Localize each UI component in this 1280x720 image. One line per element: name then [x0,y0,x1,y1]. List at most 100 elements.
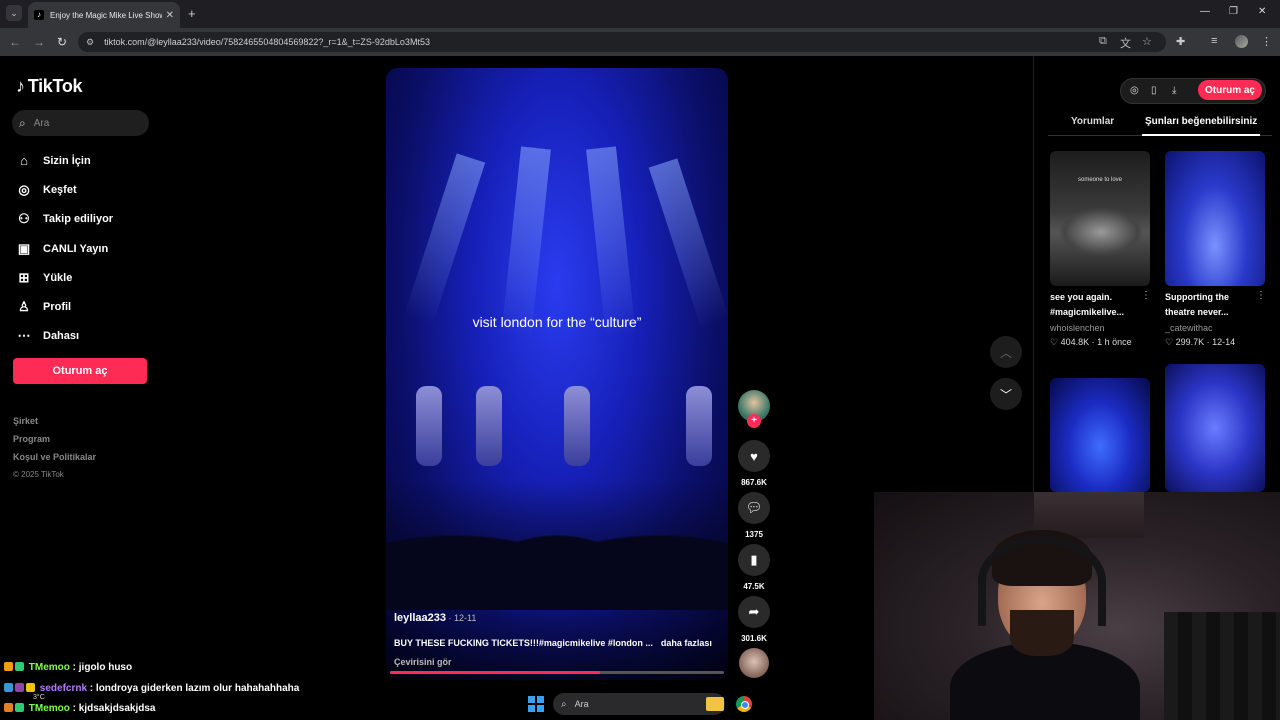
login-button-sidebar[interactable]: Oturum aç [13,358,147,384]
compass-small-icon[interactable]: ◎ [1130,85,1139,96]
back-icon[interactable]: ← [9,35,21,49]
share-count: 301.6K [741,634,767,643]
tab-comments[interactable]: Yorumlar [1071,116,1114,127]
windows-start-icon[interactable] [528,696,544,712]
close-window-icon[interactable]: ✕ [1258,6,1266,17]
bookmark-star-icon[interactable]: ☆ [1142,35,1152,48]
card-author[interactable]: _catewithac [1165,323,1213,333]
save-count: 47.5K [743,582,765,591]
card-more-icon[interactable]: ⋮ [1256,290,1266,301]
recommended-thumbnail[interactable] [1050,378,1150,492]
video-player[interactable]: visit london for the “culture” leyllaa23… [386,68,728,680]
tiktok-note-icon: ♪ [16,76,25,96]
card-likes: 404.8K [1060,337,1090,347]
file-explorer-icon[interactable] [706,697,724,711]
media-icon[interactable]: ≡ [1211,35,1217,47]
see-translation-link[interactable]: Çevirisini gör [394,657,452,667]
video-progress-bar[interactable] [390,671,724,674]
crowd-silhouette [386,480,728,610]
sidebar-item-canli[interactable]: ▣ CANLI Yayın [14,234,164,263]
logo-text: TikTok [27,76,83,96]
chat-username: TMemoo [28,703,70,714]
tab-you-may-like[interactable]: Şunları beğenebilirsiniz [1145,116,1257,127]
sidebar-item-takip[interactable]: ⚇ Takip ediliyor [14,205,164,234]
profile-avatar[interactable] [1235,35,1248,48]
tab-search-button[interactable]: ⌄ [6,5,22,21]
card-title[interactable]: Supporting the theatre never... [1165,290,1259,320]
reload-icon[interactable]: ↻ [57,35,67,49]
bookmark-icon[interactable]: ▮ [738,544,770,576]
heart-outline-icon: ♡ [1165,337,1176,347]
sidebar-item-label: Takip ediliyor [43,213,114,226]
footer-link-company[interactable]: Şirket [13,412,96,430]
minimize-icon[interactable]: — [1200,6,1210,17]
caption-text: BUY THESE FUCKING TICKETS!!!#magicmikeli… [394,638,653,648]
temperature: 3°C [33,694,45,701]
restore-icon[interactable]: ❐ [1229,6,1238,17]
card-title-line: #magicmikelive... [1050,307,1125,317]
sidebar-item-sizin-icin[interactable]: ⌂ Sizin İçin [14,146,164,175]
sidebar-item-yukle[interactable]: ⊞ Yükle [14,263,164,292]
dancer-figure [416,386,442,466]
dancer-figure [686,386,712,466]
like-action[interactable]: ♥ 867.6K [738,440,770,487]
card-date: 1 h önce [1097,337,1132,347]
video-author[interactable]: leyllaa233 · 12-11 [394,612,476,624]
sidebar-menu: ⌂ Sizin İçin ◎ Keşfet ⚇ Takip ediliyor ▣ CAN… [14,146,164,351]
card-stats: ♡ 299.7K · 12-14 [1165,337,1236,347]
chevron-down-icon: ﹀ [999,387,1012,402]
recommended-thumbnail[interactable] [1165,364,1265,492]
phone-icon[interactable]: ▯ [1151,85,1157,96]
chat-text: londroya giderken lazım olur hahahahhaha [95,683,300,694]
sound-avatar[interactable] [739,648,769,678]
tiktok-logo[interactable]: ♪ TikTok [16,76,83,97]
video-username[interactable]: leyllaa233 [394,612,446,624]
follow-plus-icon[interactable]: + [747,414,761,428]
browser-menu-icon[interactable]: ⋮ [1261,35,1272,48]
show-more-link[interactable]: daha fazlası [661,638,712,648]
address-bar[interactable]: ⚙ tiktok.com/@leyllaa233/video/758246550… [78,32,1166,52]
search-input[interactable]: ⌕ Ara [12,110,149,136]
sidebar-item-kesfet[interactable]: ◎ Keşfet [14,175,164,204]
sidebar-footer: Şirket Program Koşul ve Politikalar © 20… [13,412,96,484]
download-icon[interactable]: ⤓ [1172,85,1176,96]
video-progress-fill [390,671,601,674]
login-button-top[interactable]: Oturum aç [1198,80,1262,100]
sidebar-item-dahasi[interactable]: ⋯ Dahası [14,322,164,351]
webcam-overlay [874,492,1280,720]
dancer-figure [476,386,502,466]
recommended-thumbnail[interactable] [1165,151,1265,286]
install-icon[interactable]: ⧉ [1099,35,1107,48]
translate-icon[interactable]: 文 [1120,35,1131,51]
sidebar-item-profil[interactable]: ♙ Profil [14,292,164,321]
chat-username: TMemoo [28,662,70,673]
browser-tab[interactable]: ♪ Enjoy the Magic Mike Live Show ✕ [28,2,180,28]
card-more-icon[interactable]: ⋮ [1141,290,1151,301]
card-title-line: see you again. [1050,292,1113,302]
url-text: tiktok.com/@leyllaa233/video/75824655048… [104,37,430,47]
share-icon[interactable]: ➦ [738,596,770,628]
card-author[interactable]: whoislenchen [1050,323,1105,333]
extensions-icon[interactable]: ✚ [1176,35,1185,48]
share-action[interactable]: ➦ 301.6K [738,596,770,643]
weather-widget[interactable]: 3°C [33,694,45,701]
close-tab-icon[interactable]: ✕ [166,10,174,21]
chat-badge-icon [15,683,24,692]
chat-message: TMemoo : jigolo huso [4,662,132,673]
chrome-icon[interactable] [736,696,752,712]
comment-icon[interactable]: 💬︎ [738,492,770,524]
footer-link-program[interactable]: Program [13,430,96,448]
previous-video-button[interactable]: ︿ [990,336,1022,368]
new-tab-button[interactable]: + [188,6,196,21]
forward-icon[interactable]: → [33,35,45,49]
compass-icon: ◎ [18,181,30,197]
site-info-icon[interactable]: ⚙ [86,37,94,48]
comment-action[interactable]: 💬︎ 1375 [738,492,770,539]
heart-icon[interactable]: ♥ [738,440,770,472]
card-title[interactable]: see you again. #magicmikelive... [1050,290,1144,320]
next-video-button[interactable]: ﹀ [990,378,1022,410]
save-action[interactable]: ▮ 47.5K [738,544,770,591]
footer-link-terms[interactable]: Koşul ve Politikalar [13,448,96,466]
taskbar-search[interactable]: ⌕ Ara [553,693,725,715]
recommended-thumbnail[interactable]: someone to love [1050,151,1150,286]
